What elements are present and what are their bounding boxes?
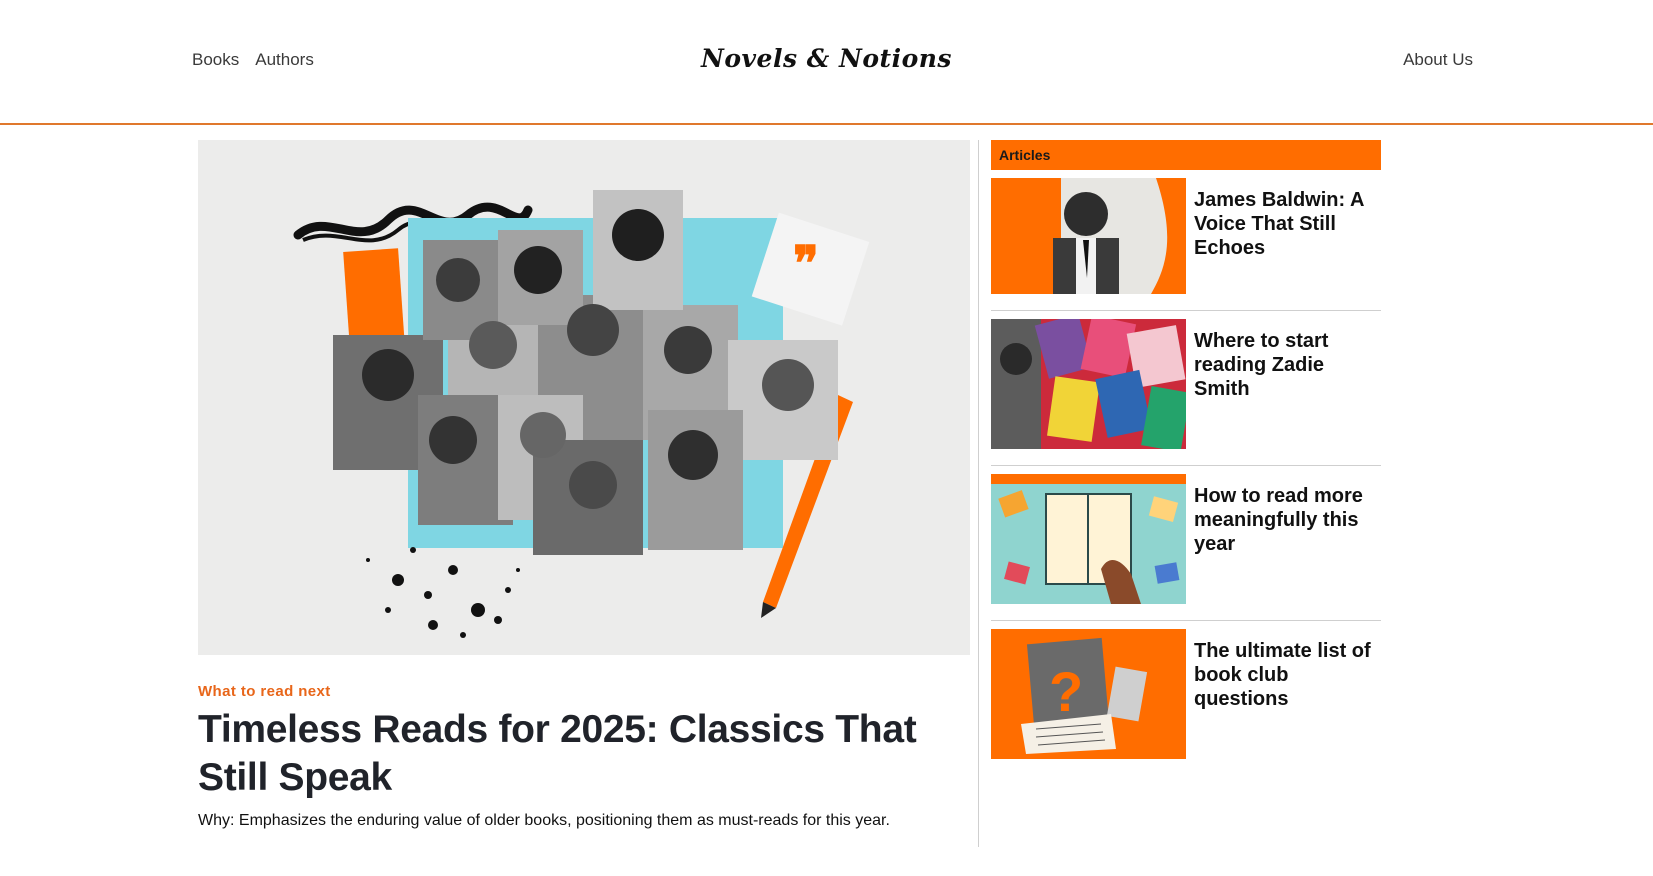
article-thumbnail[interactable] <box>991 474 1186 604</box>
article-title[interactable]: James Baldwin: A Voice That Still Echoes <box>1194 178 1381 294</box>
sidebar-article[interactable]: How to read more meaningfully this year <box>991 474 1381 621</box>
sidebar-article[interactable]: Where to start reading Zadie Smith <box>991 319 1381 466</box>
article-title[interactable]: The ultimate list of book club questions <box>1194 629 1381 759</box>
article-title[interactable]: Where to start reading Zadie Smith <box>1194 319 1381 449</box>
book-covers-image <box>991 319 1186 449</box>
column-divider <box>978 140 979 847</box>
book-question-illustration: ? <box>991 629 1186 759</box>
svg-text:❞: ❞ <box>793 236 819 292</box>
featured-image[interactable]: ❞ <box>198 140 970 655</box>
article-summary: Why: Emphasizes the enduring value of ol… <box>198 812 890 829</box>
featured-article: ❞ What to read next Timeless Reads for 2… <box>198 140 970 830</box>
sidebar-article[interactable]: ? The ultimate list of book club questio… <box>991 629 1381 775</box>
site-header: Books Authors Novels & Notions About Us <box>0 0 1653 125</box>
author-collage-illustration: ❞ <box>198 140 970 655</box>
articles-sidebar: Articles James Baldwin: A Voice That Sti… <box>991 140 1381 775</box>
article-kicker[interactable]: What to read next <box>198 683 970 700</box>
author-portrait-image <box>991 178 1186 294</box>
sidebar-article[interactable]: James Baldwin: A Voice That Still Echoes <box>991 178 1381 311</box>
secondary-nav: About Us <box>1403 50 1473 70</box>
nav-link-about-us[interactable]: About Us <box>1403 50 1473 69</box>
article-headline[interactable]: Timeless Reads for 2025: Classics That S… <box>198 706 970 802</box>
article-thumbnail[interactable] <box>991 319 1186 449</box>
sidebar-section-label: Articles <box>991 140 1381 170</box>
article-thumbnail[interactable]: ? <box>991 629 1186 759</box>
svg-text:?: ? <box>1049 660 1083 723</box>
open-book-illustration <box>991 474 1186 604</box>
article-thumbnail[interactable] <box>991 178 1186 294</box>
article-title[interactable]: How to read more meaningfully this year <box>1194 474 1381 604</box>
